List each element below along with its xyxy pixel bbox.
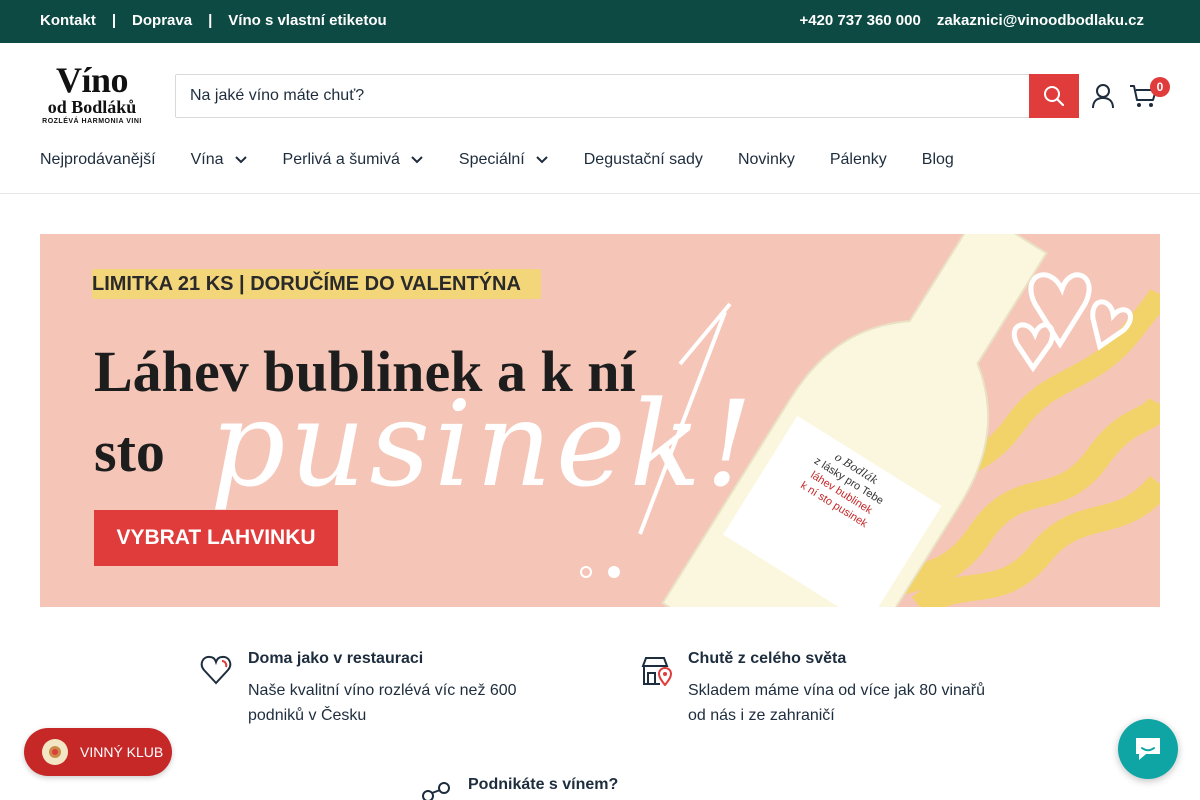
custom-label-link[interactable]: Víno s vlastní etiketou bbox=[228, 12, 386, 29]
top-contacts: +420 737 360 000 zakaznici@vinoodbodlaku… bbox=[799, 12, 1144, 29]
main-nav: Nejprodávanější Vína Perlivá a šumivá Sp… bbox=[40, 151, 989, 169]
hero-banner[interactable]: LIMITKA 21 KS | DORUČÍME DO VALENTÝNA Lá… bbox=[40, 234, 1160, 607]
feature-desc: Naše kvalitní víno rozlévá víc než 600 p… bbox=[248, 682, 517, 724]
separator: | bbox=[208, 12, 213, 29]
top-bar: Kontakt | Doprava | Víno s vlastní etike… bbox=[0, 0, 1200, 43]
nav-label: Novinky bbox=[737, 151, 795, 168]
chevron-down-icon bbox=[234, 156, 247, 164]
hero-script-word: pusinek! bbox=[210, 375, 757, 513]
chevron-down-icon bbox=[536, 156, 548, 164]
nav-label: Blog bbox=[921, 151, 954, 168]
top-links: Kontakt | Doprava | Víno s vlastní etike… bbox=[40, 12, 387, 29]
nav-item-blog[interactable]: Blog bbox=[922, 151, 954, 169]
feature-desc: Skladem máme vína od více jak 80 vinařů … bbox=[688, 682, 986, 724]
site-header: Víno od Bodláků ROZLÉVÁ HARMONIA VINI 0 … bbox=[0, 43, 1200, 194]
nav-item-special[interactable]: Speciální bbox=[459, 151, 549, 169]
shipping-link[interactable]: Doprava bbox=[132, 12, 192, 29]
nav-item-sparkling[interactable]: Perlivá a šumivá bbox=[283, 151, 424, 169]
hero-cta-button[interactable]: VYBRAT LAHVINKU bbox=[94, 510, 338, 566]
carousel-dot-active[interactable] bbox=[608, 566, 620, 578]
promo-badge: LIMITKA 21 KS | DORUČÍME DO VALENTÝNA bbox=[92, 269, 541, 299]
nav-item-new[interactable]: Novinky bbox=[738, 151, 795, 169]
nav-label: Speciální bbox=[458, 151, 525, 168]
carousel-dot[interactable] bbox=[580, 566, 592, 578]
contact-link[interactable]: Kontakt bbox=[40, 12, 96, 29]
feature-title: Doma jako v restauraci bbox=[248, 650, 424, 667]
hero-headline-line2: sto bbox=[94, 419, 165, 484]
email-link[interactable]: zakaznici@vinoodbodlaku.cz bbox=[937, 12, 1144, 29]
cart-count-badge: 0 bbox=[1150, 77, 1170, 97]
chat-button[interactable] bbox=[1118, 719, 1178, 779]
carousel-dots bbox=[580, 566, 620, 578]
nav-label: Vína bbox=[190, 151, 224, 168]
nav-label: Degustační sady bbox=[583, 151, 703, 168]
chevron-down-icon bbox=[411, 156, 423, 164]
search-icon bbox=[1044, 86, 1065, 107]
club-badge-icon bbox=[42, 739, 68, 765]
site-logo[interactable]: Víno od Bodláků ROZLÉVÁ HARMONIA VINI bbox=[40, 60, 144, 131]
feature-title: Chutě z celého světa bbox=[688, 650, 847, 667]
phone-link[interactable]: +420 737 360 000 bbox=[799, 12, 920, 29]
logo-tagline: ROZLÉVÁ HARMONIA VINI bbox=[42, 118, 142, 125]
search-button[interactable] bbox=[1029, 74, 1079, 118]
account-icon[interactable] bbox=[1091, 83, 1115, 109]
logo-line1: Víno bbox=[55, 60, 129, 100]
feature-title: Podnikáte s vínem? bbox=[468, 776, 619, 793]
separator: | bbox=[111, 12, 117, 29]
nav-label: Nejprodávanější bbox=[40, 151, 156, 168]
nav-item-bestsellers[interactable]: Nejprodávanější bbox=[40, 151, 156, 169]
club-label: VINNÝ KLUB bbox=[80, 744, 164, 760]
nav-item-wines[interactable]: Vína bbox=[191, 151, 248, 169]
wine-club-button[interactable]: VINNÝ KLUB bbox=[24, 728, 172, 776]
logo-line2: od Bodláků bbox=[47, 97, 137, 117]
promo-badge-text: LIMITKA 21 KS | DORUČÍME DO VALENTÝNA bbox=[92, 273, 521, 295]
search-bar bbox=[175, 74, 1079, 118]
nav-item-spirits[interactable]: Pálenky bbox=[830, 151, 887, 169]
nav-label: Perlivá a šumivá bbox=[282, 151, 400, 168]
network-icon bbox=[422, 782, 450, 800]
nav-label: Pálenky bbox=[829, 151, 887, 168]
search-input[interactable] bbox=[176, 75, 1029, 117]
heart-icon bbox=[200, 655, 232, 685]
shop-location-icon bbox=[641, 657, 672, 686]
nav-item-tasting-sets[interactable]: Degustační sady bbox=[584, 151, 703, 169]
chat-icon bbox=[1136, 738, 1160, 760]
